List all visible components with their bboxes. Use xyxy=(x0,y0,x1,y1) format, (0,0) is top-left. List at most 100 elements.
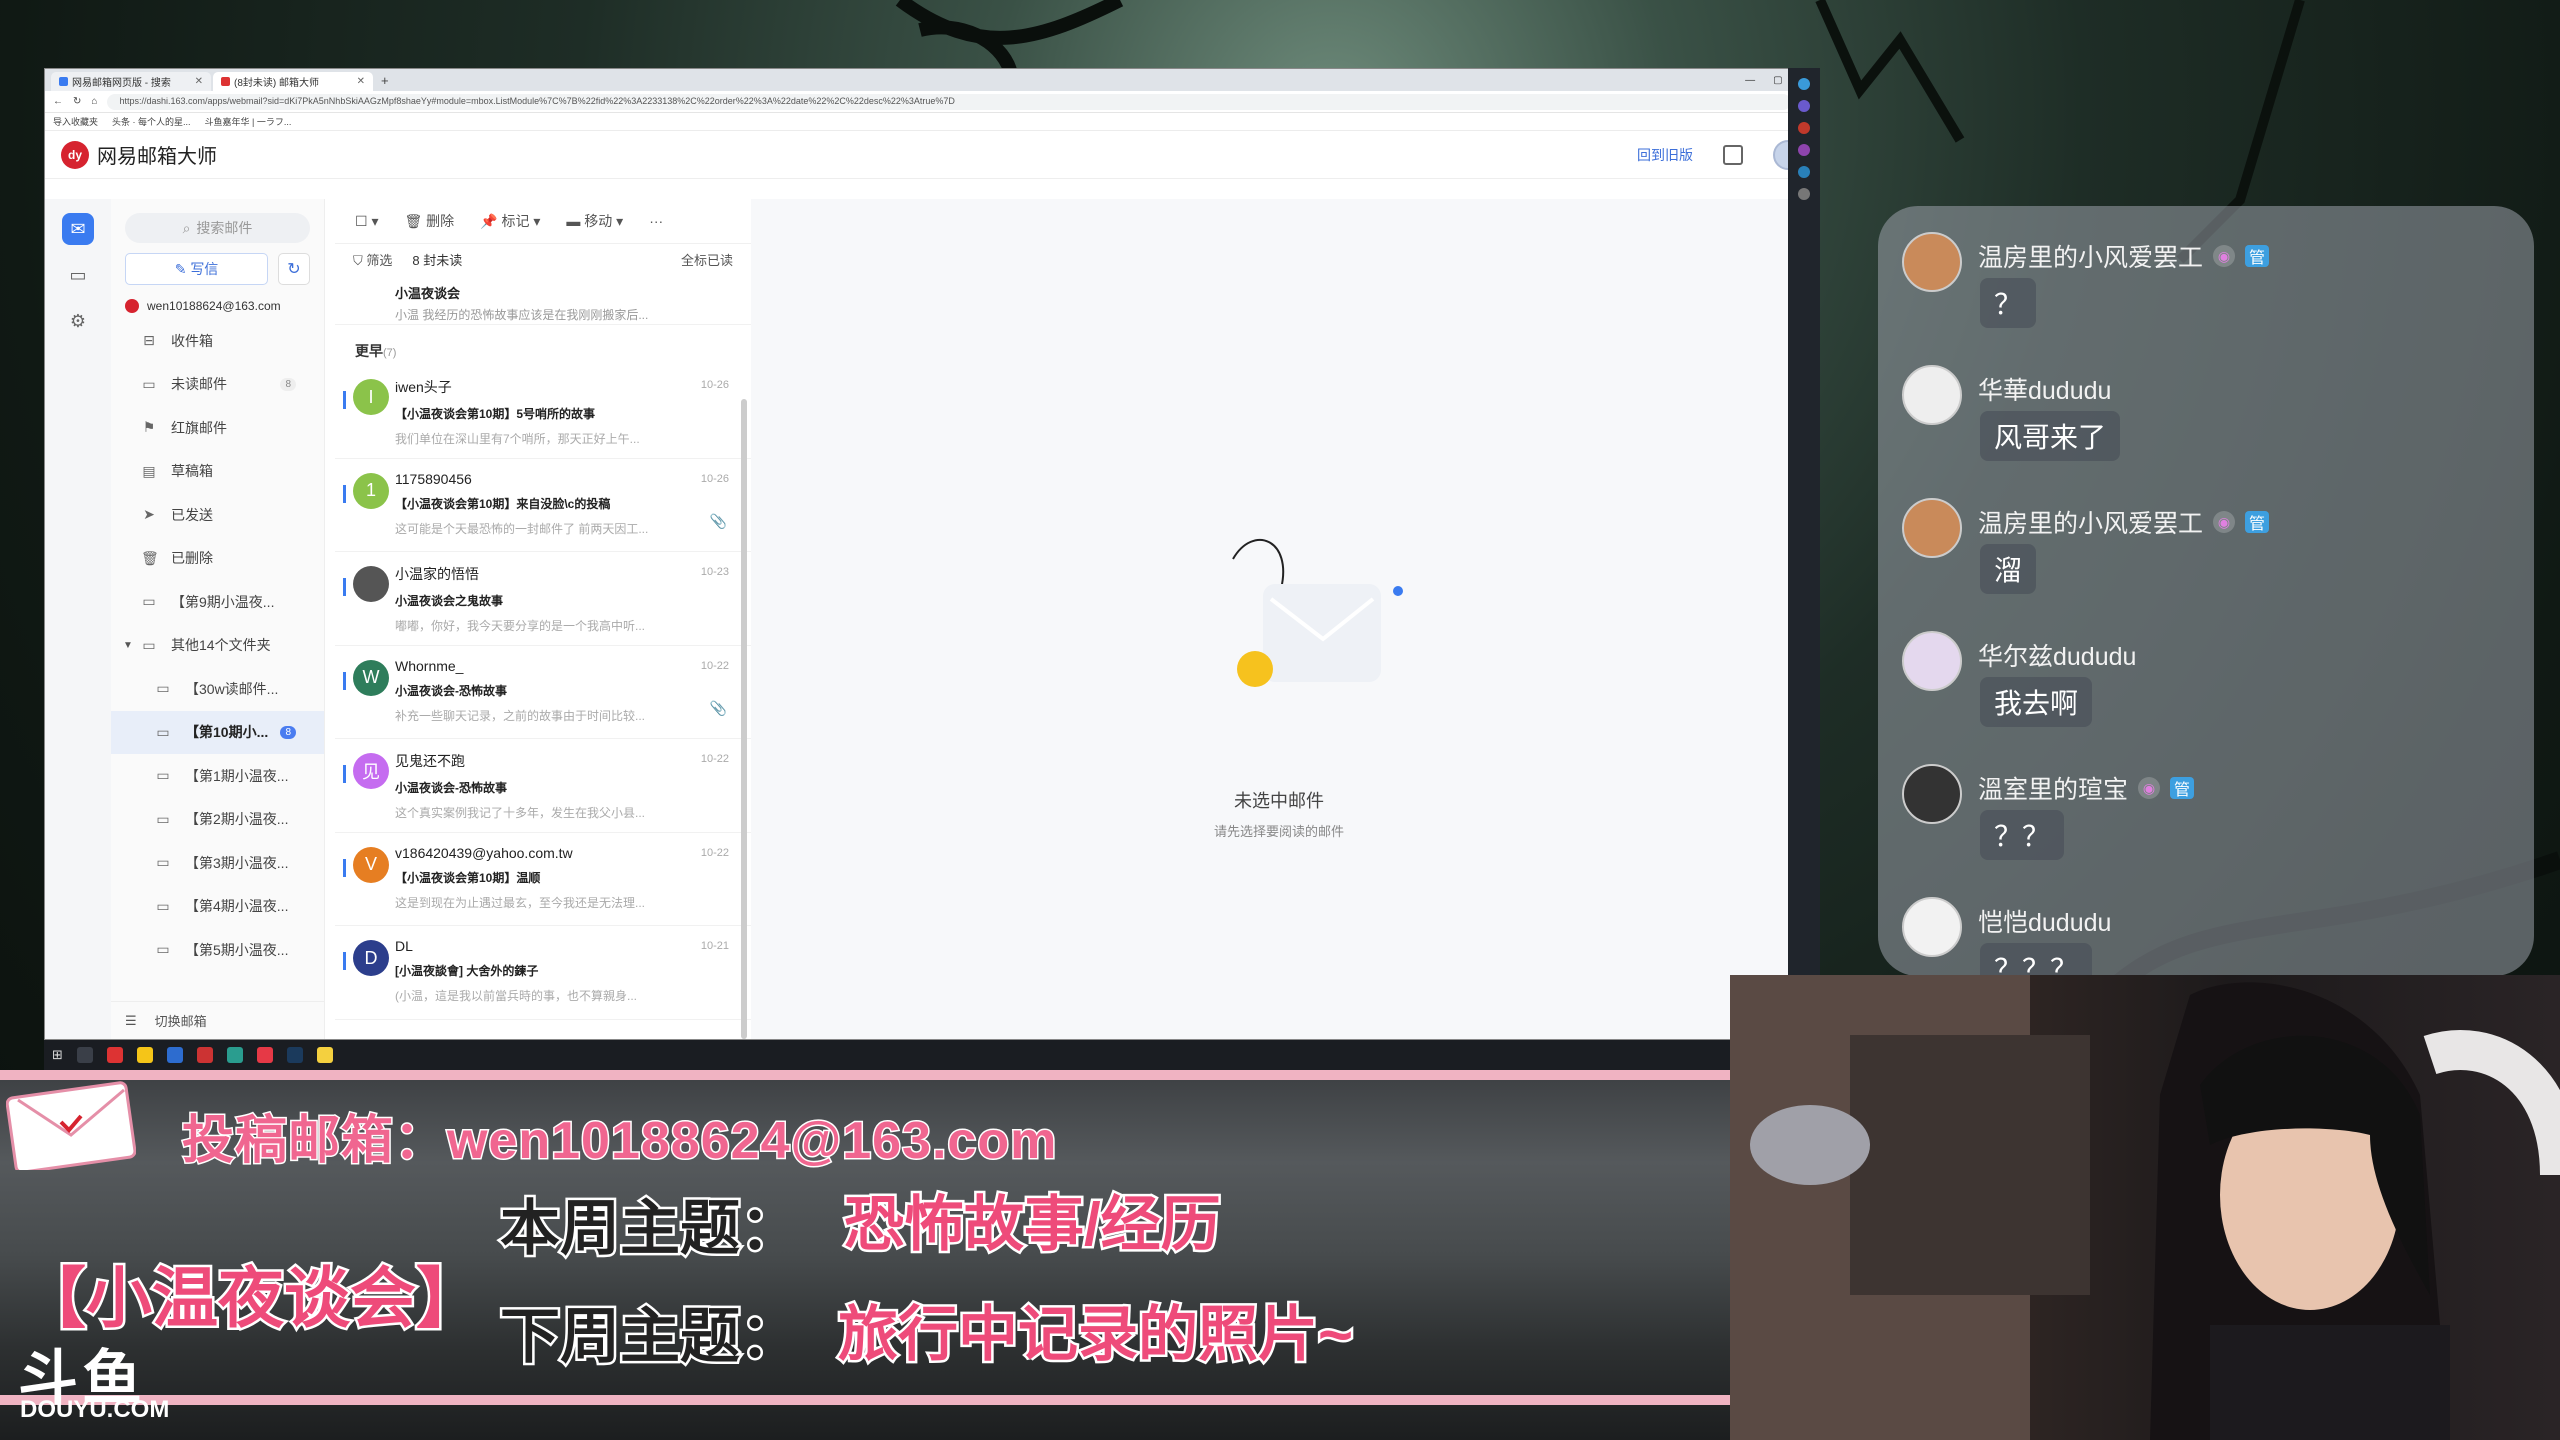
chat-user-avatar[interactable] xyxy=(1902,897,1962,957)
taskbar-app-icon[interactable] xyxy=(226,1047,243,1063)
mail-icon[interactable]: ✉ xyxy=(62,213,94,245)
chat-username[interactable]: 溫室里的瑄宝 xyxy=(1978,770,2128,806)
folder-drafts[interactable]: ▤ 草稿箱 xyxy=(111,450,324,494)
sidebar-app-icon[interactable] xyxy=(1798,100,1810,112)
streamer-webcam xyxy=(1730,975,2560,1440)
sidebar-app-icon[interactable] xyxy=(1798,166,1810,178)
old-version-link[interactable]: 回到旧版 xyxy=(1637,145,1693,165)
minimize-icon[interactable]: — xyxy=(1745,75,1755,86)
filter-button[interactable]: ⛉ 筛选 xyxy=(353,250,392,269)
chat-username[interactable]: 温房里的小风爱罢工 xyxy=(1978,504,2203,540)
folder-label: 【第5期小温夜... xyxy=(185,941,289,958)
trash-icon: 🗑 xyxy=(141,549,159,566)
taskbar-app-icon[interactable] xyxy=(256,1047,273,1063)
bookmark-item[interactable]: 头条 · 每个人的星... xyxy=(112,115,191,128)
mail-item-partial[interactable]: 小温夜谈会 小温 我经历的恐怖故事应该是在我刚刚搬家后... xyxy=(335,275,751,325)
folder-label: 草稿箱 xyxy=(171,463,213,480)
folder-unread[interactable]: ▭ 未读邮件 8 xyxy=(111,363,324,407)
folder-issue-2[interactable]: ▭ 【第2期小温夜... xyxy=(111,798,324,842)
folder-other-group[interactable]: ▼ ▭ 其他14个文件夹 xyxy=(111,624,324,668)
taskbar-app-icon[interactable] xyxy=(166,1047,183,1063)
chat-user-avatar[interactable] xyxy=(1902,631,1962,691)
mail-item[interactable]: Vv186420439@yahoo.com.tw 10-22 【小温夜谈会第10期】… xyxy=(335,833,751,926)
folder-inbox[interactable]: ⊟ 收件箱 xyxy=(111,319,324,363)
browser-tab-mail[interactable]: (8封未读) 邮箱大师 ✕ xyxy=(213,72,373,91)
mail-search-input[interactable]: ⌕ 搜索邮件 xyxy=(125,213,310,243)
browser-tab-search[interactable]: 网易邮箱网页版 - 搜索 ✕ xyxy=(51,72,211,91)
refresh-icon[interactable]: ↻ xyxy=(278,253,310,285)
folder-sent[interactable]: ➤ 已发送 xyxy=(111,493,324,537)
write-mail-button[interactable]: ✎ 写信 xyxy=(125,253,268,285)
account-logo-icon xyxy=(125,299,139,313)
chat-username[interactable]: 温房里的小风爱罢工 xyxy=(1978,238,2203,274)
bookmark-item[interactable]: 斗鱼嘉年华 | 一ラフ... xyxy=(205,115,292,128)
folder-issue-5[interactable]: ▭ 【第5期小温夜... xyxy=(111,928,324,972)
chat-user-avatar[interactable] xyxy=(1902,232,1962,292)
sidebar-app-icon[interactable] xyxy=(1798,122,1810,134)
chat-username[interactable]: 华尔兹dududu xyxy=(1978,637,2136,673)
mail-item[interactable]: 见见鬼还不跑 10-22 小温夜谈会-恐怖故事 这个真实案例我记了十多年，发生在我父小… xyxy=(335,739,751,833)
mail-item[interactable]: W Whornme_ 10-22 小温夜谈会-恐怖故事 补充一些聊天记录，之前的故事由于… xyxy=(335,646,751,739)
mail-subject: 小温夜谈会-恐怖故事 xyxy=(395,781,507,795)
webcam-scene xyxy=(1730,975,2560,1440)
mark-button[interactable]: 📌 标记 ▾ xyxy=(480,211,540,231)
bookmark-item[interactable]: 导入收藏夹 xyxy=(53,115,98,128)
mark-all-read-button[interactable]: 全标已读 xyxy=(681,250,733,269)
taskbar-app-icon[interactable] xyxy=(76,1047,93,1063)
inbox-tray-icon[interactable]: ▭ xyxy=(62,259,94,291)
new-tab-button[interactable]: + xyxy=(375,73,395,91)
taskbar-app-icon[interactable] xyxy=(196,1047,213,1063)
folder-issue-10[interactable]: ▭ 【第10期小... 8 xyxy=(111,710,324,754)
close-tab-icon[interactable]: ✕ xyxy=(357,76,365,87)
settings-gear-icon[interactable]: ⚙ xyxy=(62,305,94,337)
select-all-checkbox[interactable]: ☐ ▾ xyxy=(355,213,378,230)
sidebar-app-icon[interactable] xyxy=(1798,188,1810,200)
start-icon[interactable]: ⊞ xyxy=(52,1047,63,1063)
sidebar-app-icon[interactable] xyxy=(1798,144,1810,156)
switch-account-button[interactable]: ☰ 切换邮箱 xyxy=(111,1001,324,1039)
sidebar-app-icon[interactable] xyxy=(1798,78,1810,90)
taskbar-app-icon[interactable] xyxy=(106,1047,123,1063)
chat-user-avatar[interactable] xyxy=(1902,365,1962,425)
folder-issue-1[interactable]: ▭ 【第1期小温夜... xyxy=(111,754,324,798)
mail-item[interactable]: D DL 10-21 [小温夜談會] 大舍外的鍊子 (小温，這是我以前當兵時的事，也不算… xyxy=(335,926,751,1020)
folder-30w[interactable]: ▭ 【30w读邮件... xyxy=(111,667,324,711)
note-icon[interactable] xyxy=(1723,144,1743,165)
chat-username[interactable]: 华華dududu xyxy=(1978,371,2111,407)
mail-list-scrollbar[interactable] xyxy=(741,399,747,1039)
folder-issue-4[interactable]: ▭ 【第4期小温夜... xyxy=(111,885,324,929)
mail-item[interactable]: Iiwen头子 10-26 【小温夜谈会第10期】5号哨所的故事 我们单位在深山里有7… xyxy=(335,365,751,459)
taskbar-app-icon[interactable] xyxy=(316,1047,333,1063)
mail-preview: 补充一些聊天记录，之前的故事由于时间比较... xyxy=(395,708,646,723)
chevron-down-icon[interactable]: ▼ xyxy=(123,640,133,651)
chat-bubble: ？？ xyxy=(1980,810,2065,860)
mail-item[interactable]: 1 1175890456 10-26 【小温夜谈会第10期】来自没脸\c的投稿 这可能是… xyxy=(335,459,751,552)
menu-icon: ☰ xyxy=(125,1012,137,1028)
chat-username[interactable]: 恺恺dududu xyxy=(1978,903,2111,939)
folder-issue-9[interactable]: ▭ 【第9期小温夜... xyxy=(111,580,324,624)
back-icon[interactable]: ← xyxy=(53,96,63,107)
taskbar-app-icon[interactable] xyxy=(136,1047,153,1063)
filter-icon: ⛉ xyxy=(353,253,367,268)
home-icon[interactable]: ⌂ xyxy=(91,96,97,107)
chat-user-avatar[interactable] xyxy=(1902,498,1962,558)
reload-icon[interactable]: ↻ xyxy=(73,96,81,107)
envelope-icon xyxy=(6,1081,136,1170)
folder-flagged[interactable]: ⚑ 红旗邮件 xyxy=(111,406,324,450)
maximize-icon[interactable]: ▢ xyxy=(1773,75,1782,86)
close-tab-icon[interactable]: ✕ xyxy=(195,76,203,87)
mail-item[interactable]: 小温家的悟悟 10-23 小温夜谈会之鬼故事 嘟嘟，你好，我今天要分享的是一个我高中听… xyxy=(335,552,751,646)
folder-deleted[interactable]: 🗑 已删除 xyxy=(111,537,324,581)
taskbar-app-icon[interactable] xyxy=(286,1047,303,1063)
move-button[interactable]: ▬ 移动 ▾ xyxy=(566,211,623,231)
url-field[interactable]: https://dashi.163.com/apps/webmail?sid=d… xyxy=(107,93,1791,110)
folder-issue-3[interactable]: ▭ 【第3期小温夜... xyxy=(111,841,324,885)
group-count: (7) xyxy=(383,347,397,359)
delete-button[interactable]: 🗑 删除 xyxy=(404,211,454,231)
more-button[interactable]: ··· xyxy=(649,213,663,229)
account-row[interactable]: wen10188624@163.com xyxy=(111,295,324,319)
empty-state-title: 未选中邮件 xyxy=(1234,791,1324,811)
mail-sender: 小温家的悟悟 xyxy=(395,566,479,582)
attachment-icon: 📎 xyxy=(709,699,727,716)
chat-user-avatar[interactable] xyxy=(1902,764,1962,824)
